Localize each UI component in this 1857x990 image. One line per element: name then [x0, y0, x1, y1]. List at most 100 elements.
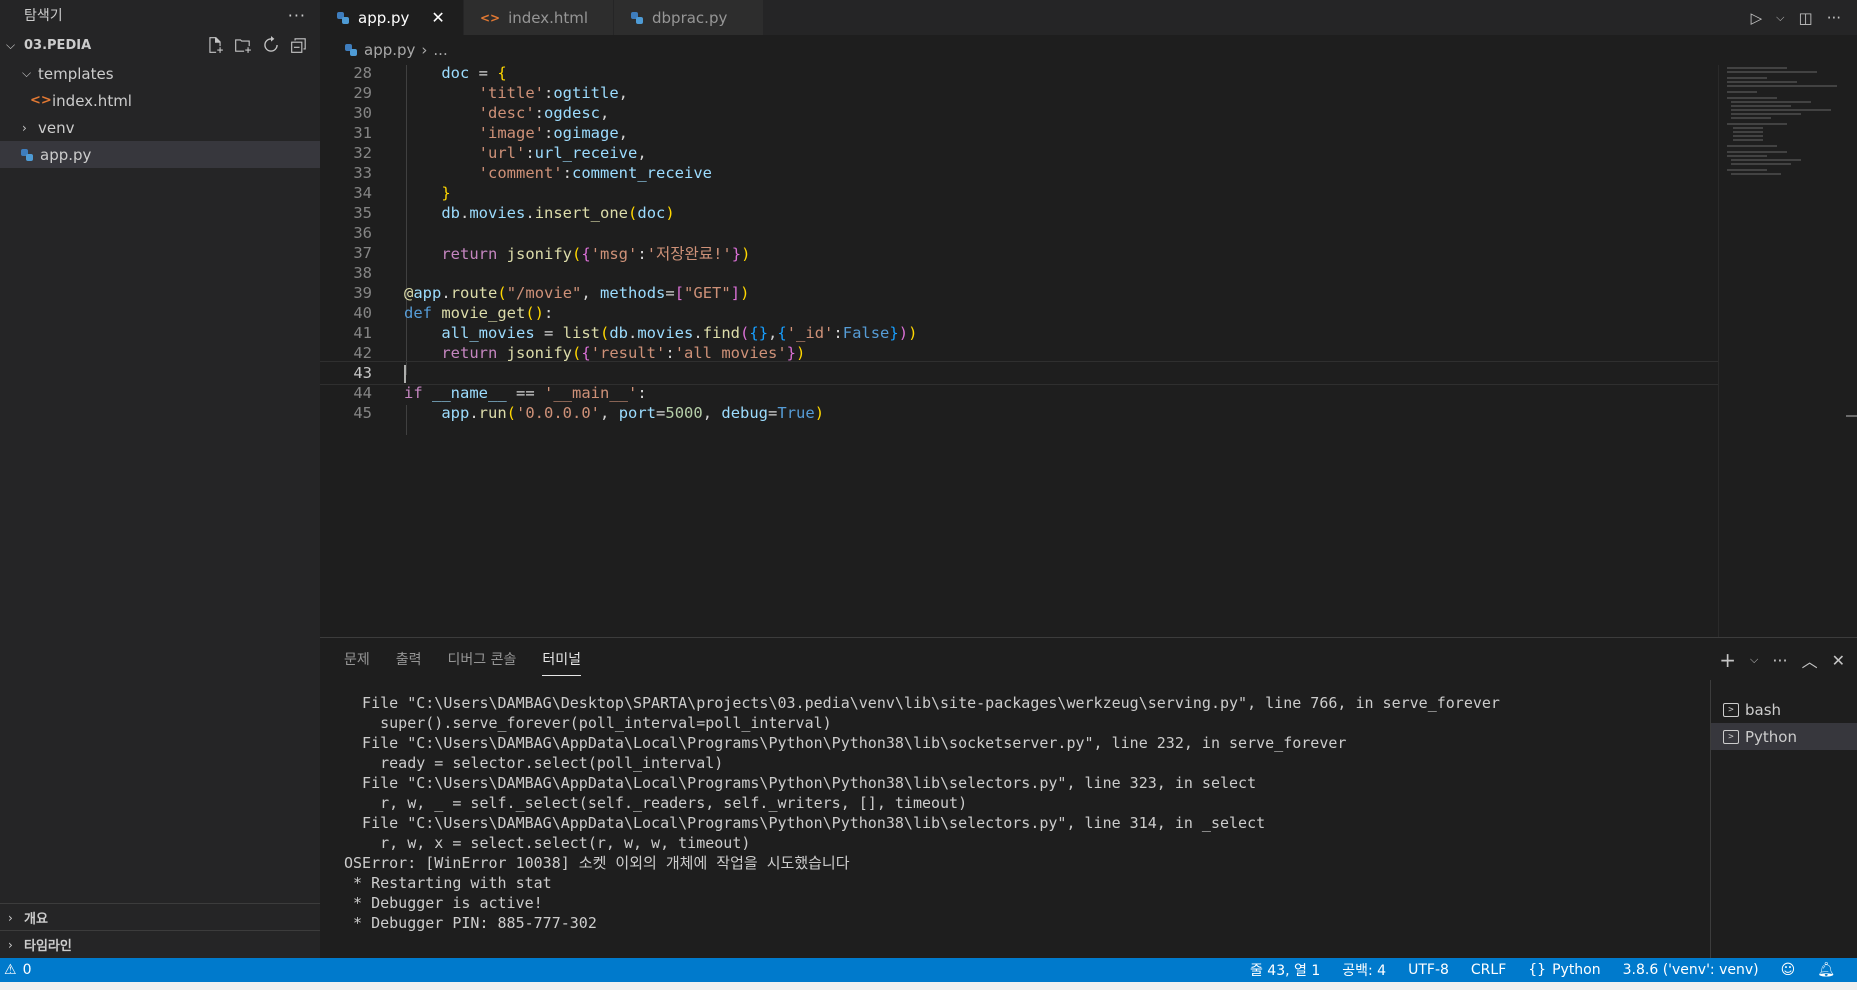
- python-interpreter[interactable]: 3.8.6 ('venv': venv): [1623, 962, 1759, 978]
- html-icon: <>: [480, 10, 501, 25]
- tab-label: dbprac.py: [652, 8, 728, 27]
- close-panel-icon[interactable]: ✕: [1832, 651, 1845, 670]
- line-number: 28: [353, 64, 372, 82]
- outline-section[interactable]: › 개요: [0, 903, 320, 931]
- project-name: 03.PEDIA: [24, 37, 92, 53]
- close-icon[interactable]: ✕: [431, 8, 444, 27]
- line-number: 35: [353, 204, 372, 222]
- python-icon: [344, 43, 358, 57]
- line-number: 42: [353, 344, 372, 362]
- python-icon: [630, 11, 644, 25]
- terminal-line: File "C:\Users\DAMBAG\AppData\Local\Prog…: [344, 734, 1347, 752]
- indentation[interactable]: 공백: 4: [1342, 960, 1386, 980]
- line-number: 36: [353, 224, 372, 242]
- chevron-right-icon: ›: [421, 41, 428, 59]
- tree-item-venv[interactable]: › venv: [0, 114, 320, 141]
- terminal-output[interactable]: File "C:\Users\DAMBAG\Desktop\SPARTA\pro…: [344, 693, 1524, 958]
- terminal-item-bash[interactable]: > bash: [1711, 696, 1857, 723]
- line-number: 44: [353, 384, 372, 402]
- run-icon[interactable]: ▷: [1751, 9, 1763, 27]
- new-folder-icon[interactable]: [234, 36, 252, 54]
- terminal-line: r, w, x = select.select(r, w, w, timeout…: [344, 834, 751, 852]
- chevron-down-icon: ⌵: [6, 37, 16, 52]
- terminal-line: * Restarting with stat: [344, 874, 552, 892]
- terminal-line: r, w, _ = self._select(self._readers, se…: [344, 794, 968, 812]
- project-folder-row[interactable]: ⌵ 03.PEDIA: [0, 30, 320, 60]
- feedback-icon[interactable]: ☺: [1781, 962, 1796, 978]
- line-number: 32: [353, 144, 372, 162]
- warning-icon[interactable]: ⚠: [4, 962, 17, 978]
- tab-terminal[interactable]: 터미널: [542, 643, 582, 676]
- line-number: 34: [353, 184, 372, 202]
- breadcrumb-file[interactable]: app.py: [364, 41, 415, 59]
- terminal-line: File "C:\Users\DAMBAG\AppData\Local\Prog…: [344, 774, 1257, 792]
- line-number: 31: [353, 124, 372, 142]
- tab-debug-console[interactable]: 디버그 콘솔: [448, 643, 517, 675]
- line-number: 29: [353, 84, 372, 102]
- editor-scrollbar[interactable]: [1846, 65, 1857, 637]
- terminal-icon: >: [1723, 702, 1739, 717]
- explorer-title: 탐색기: [24, 8, 63, 24]
- line-number: 33: [353, 164, 372, 182]
- tab-output[interactable]: 출력: [396, 643, 422, 675]
- terminal-line: * Debugger is active!: [344, 894, 543, 912]
- tree-item-app-py[interactable]: app.py: [0, 141, 320, 168]
- terminal-label: bash: [1745, 700, 1782, 719]
- line-number: 39: [353, 284, 372, 302]
- language-label: Python: [1552, 962, 1601, 978]
- code-editor[interactable]: 28 doc = { 29 'title':ogtitle, 30 'desc'…: [320, 64, 1718, 637]
- terminal-line: OSError: [WinError 10038] 소켓 이외의 개체에 작업을…: [344, 854, 850, 872]
- code-line: 45 app.run('0.0.0.0', port=5000, debug=T…: [320, 401, 1718, 425]
- chevron-down-icon[interactable]: ⌵: [1776, 11, 1784, 25]
- terminal-label: Python: [1745, 727, 1797, 746]
- chevron-right-icon: ›: [22, 120, 27, 135]
- line-number: 43: [353, 364, 372, 382]
- cursor-position[interactable]: 줄 43, 열 1: [1250, 960, 1320, 980]
- line-number: 30: [353, 104, 372, 122]
- encoding[interactable]: UTF-8: [1408, 962, 1449, 978]
- terminal-line: * Debugger PIN: 885-777-302: [344, 914, 597, 932]
- tree-item-label: templates: [38, 64, 114, 83]
- line-number: 38: [353, 264, 372, 282]
- tree-item-index-html[interactable]: <> index.html: [0, 87, 320, 114]
- minimap[interactable]: [1718, 65, 1846, 637]
- braces-icon: {}: [1528, 962, 1547, 978]
- collapse-all-icon[interactable]: [290, 36, 308, 54]
- tab-index-html[interactable]: <> index.html: [464, 0, 614, 35]
- maximize-panel-icon[interactable]: ︿: [1802, 648, 1818, 672]
- timeline-label: 타임라인: [24, 939, 72, 954]
- panel-actions: + ⌵ ··· ︿ ✕: [1719, 648, 1845, 672]
- bottom-panel: 문제 출력 디버그 콘솔 터미널 + ⌵ ··· ︿ ✕ File "C:\Us…: [320, 637, 1857, 959]
- terminal-line: ready = selector.select(poll_interval): [344, 754, 724, 772]
- python-icon: [336, 11, 350, 25]
- timeline-section[interactable]: › 타임라인: [0, 930, 320, 958]
- chevron-down-icon: ⌵: [22, 66, 32, 80]
- notifications-icon[interactable]: 🔔︎: [1817, 962, 1835, 978]
- tree-item-templates[interactable]: ⌵ templates: [0, 60, 320, 87]
- warning-count[interactable]: 0: [23, 962, 32, 978]
- tab-dbprac-py[interactable]: dbprac.py: [614, 0, 764, 35]
- language-mode[interactable]: {} Python: [1528, 962, 1600, 978]
- add-terminal-icon[interactable]: +: [1719, 648, 1736, 672]
- refresh-icon[interactable]: [262, 36, 280, 54]
- explorer-header: 탐색기 ···: [0, 0, 320, 30]
- chevron-right-icon: ›: [8, 910, 13, 925]
- tab-label: app.py: [358, 8, 410, 27]
- more-icon[interactable]: ···: [288, 6, 306, 25]
- breadcrumb-rest[interactable]: ...: [433, 41, 447, 59]
- chevron-down-icon[interactable]: ⌵: [1750, 653, 1758, 667]
- end-of-line[interactable]: CRLF: [1471, 962, 1506, 978]
- terminal-line: File "C:\Users\DAMBAG\AppData\Local\Prog…: [344, 814, 1266, 832]
- terminal-line: super().serve_forever(poll_interval=poll…: [344, 714, 832, 732]
- terminal-item-python[interactable]: > Python: [1711, 723, 1857, 750]
- more-icon[interactable]: ···: [1827, 9, 1841, 27]
- chevron-right-icon: ›: [8, 937, 13, 952]
- more-icon[interactable]: ···: [1772, 651, 1787, 670]
- status-bar: ⚠ 0 줄 43, 열 1 공백: 4 UTF-8 CRLF {} Python…: [0, 958, 1857, 982]
- line-number: 40: [353, 304, 372, 322]
- tree-item-label: venv: [38, 118, 75, 137]
- split-editor-icon[interactable]: ◫: [1799, 9, 1813, 27]
- new-file-icon[interactable]: [206, 36, 224, 54]
- tab-app-py[interactable]: app.py ✕: [320, 0, 464, 35]
- tab-problems[interactable]: 문제: [344, 643, 370, 675]
